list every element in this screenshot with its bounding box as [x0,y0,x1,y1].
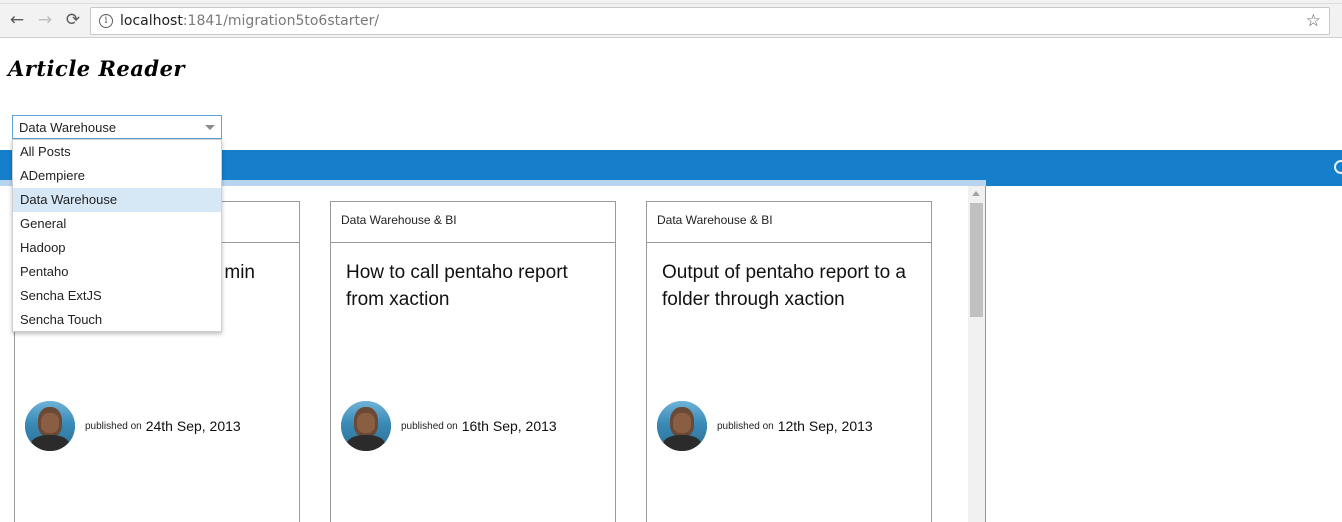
published-label: published on [85,420,142,432]
bookmark-star-icon[interactable]: ☆ [1306,11,1321,31]
dropdown-option-sencha-touch[interactable]: Sencha Touch [13,308,221,332]
dropdown-option-adempiere[interactable]: ADempiere [13,164,221,188]
author-avatar [341,401,391,451]
published-label: published on [401,420,458,432]
article-category: Data Warehouse & BI [647,202,931,243]
chevron-down-icon[interactable] [205,125,215,130]
back-arrow-icon[interactable]: ← [5,8,29,32]
url-host: localhost [120,13,183,29]
dropdown-option-general[interactable]: General [13,212,221,236]
scrollbar-thumb[interactable] [970,203,983,317]
article-card[interactable]: Data Warehouse & BI Output of pentaho re… [646,201,932,522]
article-title[interactable]: Output of pentaho report to a folder thr… [647,243,931,377]
published-date: 12th Sep, 2013 [777,418,873,434]
app-title: Article Reader [8,56,185,81]
forward-arrow-icon[interactable]: → [33,8,57,32]
circle-icon[interactable] [1334,160,1342,174]
category-select[interactable]: Data Warehouse [12,115,222,139]
article-title[interactable]: How to call pentaho report from xaction [331,243,615,377]
dropdown-option-pentaho[interactable]: Pentaho [13,260,221,284]
dropdown-option-hadoop[interactable]: Hadoop [13,236,221,260]
dropdown-option-data-warehouse[interactable]: Data Warehouse [13,188,221,212]
dropdown-option-all-posts[interactable]: All Posts [13,140,221,164]
published-date: 24th Sep, 2013 [145,418,241,434]
dropdown-option-sencha-extjs[interactable]: Sencha ExtJS [13,284,221,308]
scroll-up-arrow-icon[interactable] [972,191,980,196]
article-category: Data Warehouse & BI [331,202,615,243]
published-label: published on [717,420,774,432]
address-bar[interactable]: i localhost:1841/migration5to6starter/ ☆ [90,7,1330,35]
author-avatar [25,401,75,451]
published-date: 16th Sep, 2013 [461,418,557,434]
url-text[interactable]: localhost:1841/migration5to6starter/ [120,13,379,29]
url-path: :1841/migration5to6starter/ [182,13,380,29]
vertical-scrollbar[interactable] [968,186,985,522]
article-meta: published on 16th Sep, 2013 [341,401,557,451]
article-meta: published on 12th Sep, 2013 [657,401,873,451]
article-card[interactable]: Data Warehouse & BI How to call pentaho … [330,201,616,522]
reload-icon[interactable]: ⟳ [61,8,85,32]
info-icon[interactable]: i [99,14,113,28]
author-avatar [657,401,707,451]
browser-toolbar: ← → ⟳ i localhost:1841/migration5to6star… [0,4,1342,38]
category-select-value: Data Warehouse [19,120,117,135]
article-meta: published on 24th Sep, 2013 [25,401,241,451]
category-dropdown-list: All Posts ADempiere Data Warehouse Gener… [12,139,222,332]
